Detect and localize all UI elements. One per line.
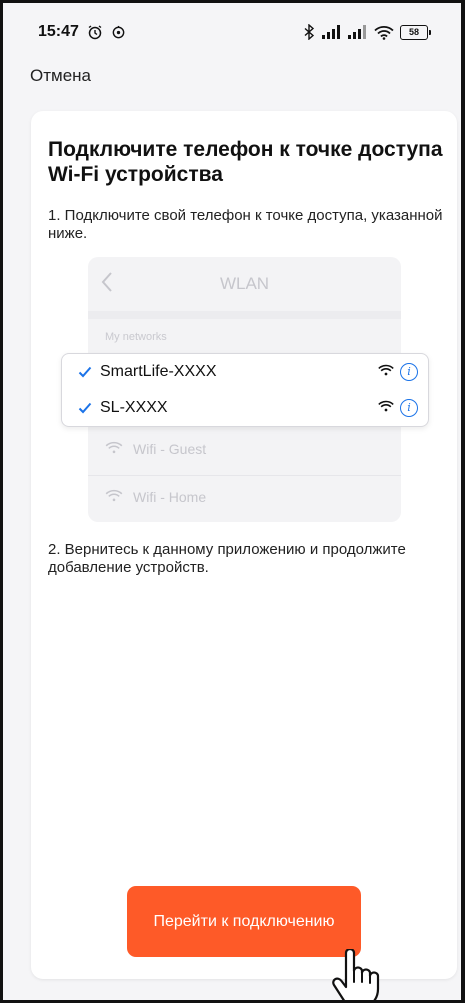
bluetooth-icon	[302, 24, 316, 40]
illustration-title: WLAN	[219, 274, 270, 293]
back-chevron-icon	[100, 271, 114, 298]
info-icon: i	[400, 363, 418, 381]
wifi-icon	[374, 25, 394, 40]
sync-icon	[111, 25, 126, 40]
wifi-icon	[105, 441, 123, 457]
my-networks-label: My networks	[105, 331, 167, 343]
selected-networks-popup: SmartLife-XXXX i SL-XXXX i	[61, 353, 429, 427]
wifi-icon	[378, 363, 394, 381]
signal-icon	[322, 25, 342, 39]
screen: 15:47 58 Отмена Подключите телефон к точ…	[0, 0, 465, 1003]
alarm-icon	[87, 24, 103, 40]
wifi-icon	[105, 489, 123, 505]
pointing-hand-icon	[329, 947, 381, 1000]
network-name: Wifi - Guest	[133, 441, 207, 457]
network-item-home: Wifi - Home	[105, 489, 206, 505]
go-to-connect-label: Перейти к подключению	[153, 913, 335, 930]
battery-level: 58	[400, 24, 428, 40]
go-to-connect-button[interactable]: Перейти к подключению	[127, 886, 361, 957]
step-2-text: 2. Вернитесь к данному приложению и прод…	[48, 541, 406, 576]
signal-icon	[348, 25, 368, 39]
info-icon: i	[400, 399, 418, 417]
checkmark-icon	[78, 402, 92, 414]
network-item-guest: Wifi - Guest	[105, 441, 206, 457]
network-name: SmartLife-XXXX	[100, 363, 217, 380]
wifi-icon	[378, 399, 394, 417]
illustration-header: WLAN	[88, 257, 401, 311]
battery-icon: 58	[400, 24, 431, 40]
network-name: Wifi - Home	[133, 489, 207, 505]
status-bar: 15:47 58	[3, 3, 461, 61]
network-item-smartlife: SmartLife-XXXX i	[78, 360, 418, 384]
status-time: 15:47	[38, 23, 79, 40]
step-1-text: 1. Подключите свой телефон к точке досту…	[48, 207, 443, 242]
network-item-sl: SL-XXXX i	[78, 396, 418, 420]
page-title: Подключите телефон к точке доступа Wi-Fi…	[48, 138, 443, 186]
instruction-card: Подключите телефон к точке доступа Wi-Fi…	[31, 111, 457, 1000]
network-name: SL-XXXX	[100, 399, 168, 416]
checkmark-icon	[78, 366, 92, 378]
cancel-button[interactable]: Отмена	[30, 66, 91, 86]
